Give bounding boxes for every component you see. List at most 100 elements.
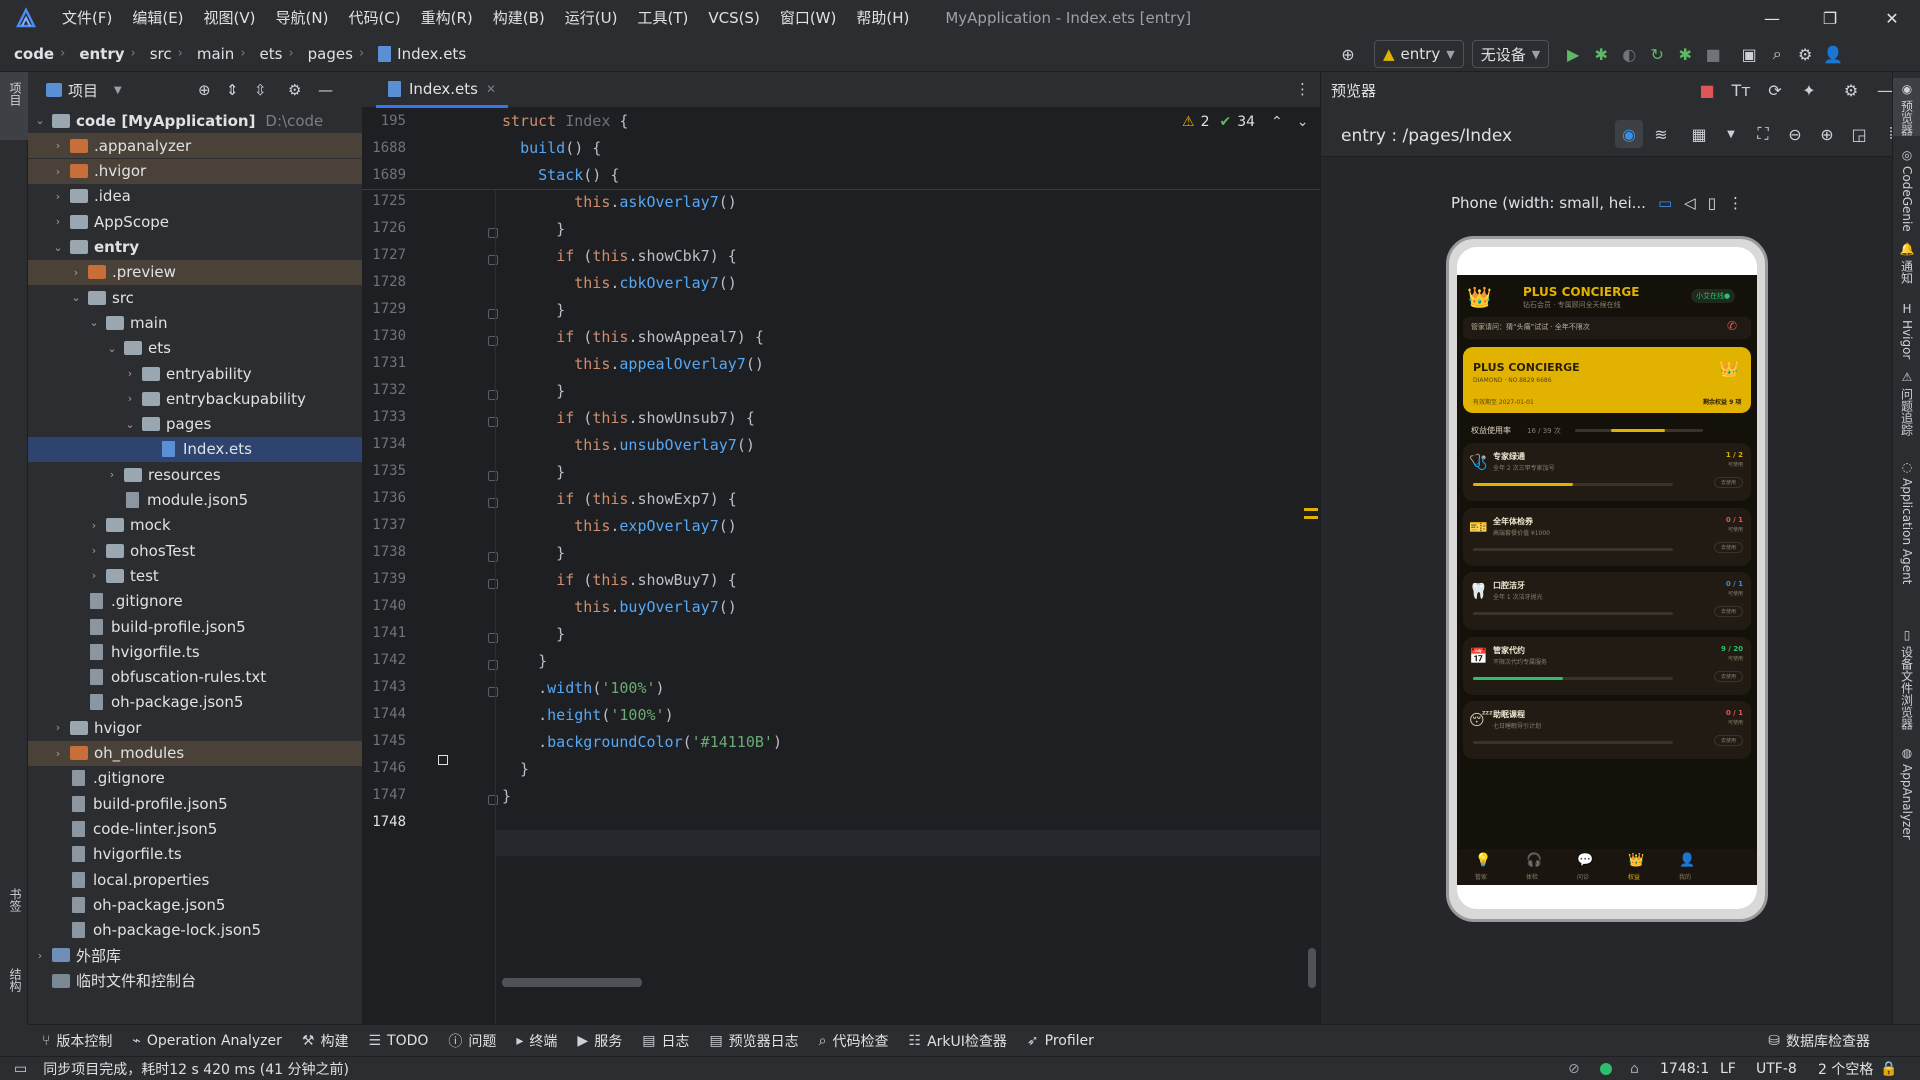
tree-item[interactable]: › .preview — [28, 259, 362, 285]
app-tab-label[interactable]: 权益 — [1628, 872, 1640, 881]
tree-item[interactable]: › mock — [28, 513, 362, 538]
chevron-icon[interactable]: ⌄ — [122, 418, 138, 431]
profiler-tab[interactable]: ➶ Profiler — [1027, 1033, 1094, 1049]
tree-item[interactable]: ⌄ src — [28, 285, 362, 310]
tree-item[interactable]: hvigorfile.ts — [28, 639, 362, 664]
locate-icon[interactable]: ⊕ — [198, 81, 211, 99]
fold-marker[interactable] — [488, 552, 498, 562]
headset-icon[interactable]: 🎧 — [1526, 853, 1542, 868]
menu-run[interactable]: 运行(U) — [555, 0, 628, 36]
gear-icon[interactable]: ⚙ — [288, 81, 301, 99]
fold-marker[interactable] — [488, 390, 498, 400]
hide-panel-icon[interactable]: — — [318, 81, 333, 99]
fold-marker[interactable] — [488, 633, 498, 643]
version-control-tab[interactable]: ⑂ 版本控制 — [42, 1031, 112, 1051]
fold-marker[interactable] — [488, 687, 498, 697]
menu-navigate[interactable]: 导航(N) — [266, 0, 339, 36]
module-select[interactable]: ▲ entry ▼ — [1374, 40, 1464, 68]
tree-item[interactable]: ⌄ entry — [28, 235, 362, 260]
target-icon[interactable]: ⊕ — [1334, 40, 1362, 68]
more-icon[interactable]: ⋮ — [1728, 194, 1743, 212]
tree-item[interactable]: › .idea — [28, 184, 362, 209]
breadcrumb-code[interactable]: code › — [0, 45, 65, 63]
status-indicator[interactable] — [1600, 1063, 1612, 1075]
app-tab-label[interactable]: 问诊 — [1577, 872, 1589, 881]
tree-item[interactable]: build-profile.json5 — [28, 791, 362, 816]
code-check-tab[interactable]: ⌕ 代码检查 — [819, 1031, 889, 1051]
chevron-icon[interactable]: › — [86, 519, 102, 532]
device-file-browser-tool-tab[interactable]: ▯ 设备文件浏览器 — [1893, 624, 1920, 730]
benefit-card[interactable]: 🎫 全年体检券 高端套餐价值 ¥1000 0 / 1 可使用 去使用 — [1463, 507, 1751, 566]
app-tab-label[interactable]: 体检 — [1526, 872, 1538, 881]
tree-item[interactable]: oh-package.json5 — [28, 690, 362, 715]
fold-marker[interactable] — [488, 228, 498, 238]
search-icon[interactable]: ⌕ — [1763, 40, 1791, 68]
profile-icon[interactable]: ✱ — [1671, 40, 1699, 68]
previewer-log-tab[interactable]: ▤ 预览器日志 — [709, 1031, 798, 1051]
multi-device-icon[interactable]: ▦ — [1685, 120, 1713, 148]
breadcrumb-entry[interactable]: entry › — [65, 45, 135, 63]
menu-tools[interactable]: 工具(T) — [627, 0, 698, 36]
tree-item[interactable]: › hvigor — [28, 715, 362, 740]
tree-item[interactable]: module.json5 — [28, 488, 362, 513]
chevron-icon[interactable]: › — [50, 215, 66, 228]
vertical-scrollbar[interactable] — [1308, 948, 1316, 988]
chevron-down-icon[interactable]: ⌄ — [1297, 114, 1309, 130]
fold-marker[interactable] — [488, 255, 498, 265]
hvigor-tool-tab[interactable]: H Hvigor — [1893, 298, 1920, 359]
attach-debugger-icon[interactable]: ◐ — [1615, 40, 1643, 68]
gear-icon[interactable]: ⚙ — [1791, 40, 1819, 68]
chevron-icon[interactable]: › — [122, 392, 138, 405]
benefit-card[interactable]: 📅 管家代约 不限次代约专属服务 9 / 20 可使用 去使用 — [1463, 636, 1751, 695]
font-size-icon[interactable]: Tт — [1727, 76, 1755, 104]
breadcrumb-pages[interactable]: pages › — [294, 45, 364, 63]
tree-item[interactable]: .gitignore — [28, 589, 362, 614]
user-icon[interactable]: 👤 — [1679, 853, 1695, 868]
breadcrumb-ets[interactable]: ets › — [246, 45, 294, 63]
chevron-down-icon[interactable]: ▼ — [1717, 120, 1745, 148]
fold-marker[interactable] — [488, 498, 498, 508]
tree-item[interactable]: › entryability — [28, 361, 362, 386]
device-frame-icon[interactable]: ▯ — [1708, 194, 1716, 212]
refresh-icon[interactable]: ⟳ — [1761, 76, 1789, 104]
benefit-card[interactable]: 😴 助眠课程 七日睡眠导引计划 0 / 1 可使用 去使用 — [1463, 701, 1751, 759]
benefit-use-button[interactable]: 去使用 — [1713, 606, 1743, 617]
application-agent-tool-tab[interactable]: ◌ Application Agent — [1893, 456, 1920, 584]
build-tab[interactable]: ⚒ 构建 — [302, 1031, 349, 1051]
device-manager-icon[interactable]: ▣ — [1735, 40, 1763, 68]
benefit-use-button[interactable]: 去使用 — [1713, 670, 1743, 682]
tree-item[interactable]: ⌄ pages — [28, 412, 362, 437]
tree-item[interactable]: local.properties — [28, 867, 362, 892]
account-icon[interactable]: 👤 — [1819, 40, 1847, 68]
crown-icon[interactable]: 👑 — [1628, 853, 1644, 868]
menu-edit[interactable]: 编辑(E) — [122, 0, 193, 36]
services-tab[interactable]: ▶ 服务 — [577, 1031, 622, 1051]
appanalyzer-tool-tab[interactable]: ◍ AppAnalyzer — [1893, 742, 1920, 840]
tree-item[interactable]: › 外部库 — [28, 943, 362, 968]
database-inspector-tab[interactable]: ⛁ 数据库检查器 — [1768, 1031, 1870, 1051]
chevron-icon[interactable]: › — [50, 747, 66, 760]
tree-item[interactable]: › entrybackupability — [28, 386, 362, 411]
notifications-tool-tab[interactable]: 🔔 通知 — [1893, 238, 1920, 284]
indent-setting[interactable]: 2 个空格 — [1818, 1059, 1873, 1079]
expand-all-icon[interactable]: ⇕ — [226, 81, 239, 99]
chevron-icon[interactable]: › — [50, 139, 66, 152]
tree-item[interactable]: build-profile.json5 — [28, 614, 362, 639]
benefit-use-button[interactable]: 去使用 — [1713, 735, 1743, 746]
close-button[interactable]: ✕ — [1864, 0, 1920, 36]
chevron-icon[interactable]: › — [32, 949, 48, 962]
menu-code[interactable]: 代码(C) — [338, 0, 410, 36]
file-encoding[interactable]: UTF-8 — [1756, 1061, 1797, 1077]
online-badge[interactable]: 小艾在线● — [1691, 289, 1736, 303]
chevron-icon[interactable]: › — [50, 165, 66, 178]
tree-item[interactable]: › test — [28, 563, 362, 588]
run-icon[interactable]: ▶ — [1559, 40, 1587, 68]
problems-tab[interactable]: ⓘ 问题 — [448, 1031, 496, 1051]
minimize-button[interactable]: — — [1744, 0, 1800, 36]
app-tab-label[interactable]: 管家 — [1475, 872, 1487, 881]
zoom-out-icon[interactable]: ⊖ — [1781, 120, 1809, 148]
tree-item[interactable]: .gitignore — [28, 766, 362, 791]
tree-item[interactable]: code-linter.json5 — [28, 816, 362, 841]
tree-item[interactable]: ⌄ ets — [28, 336, 362, 361]
fold-marker[interactable] — [488, 309, 498, 319]
